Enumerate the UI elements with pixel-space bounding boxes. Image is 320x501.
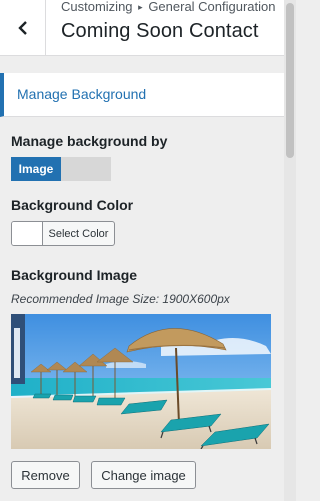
page-title: Coming Soon Contact <box>61 20 259 42</box>
manage-background-toggle[interactable]: Image <box>11 157 111 181</box>
beach-image <box>11 314 271 449</box>
select-color-button[interactable]: Select Color <box>11 221 115 246</box>
scrollbar-thumb[interactable] <box>286 3 294 158</box>
back-button[interactable] <box>0 0 46 56</box>
color-swatch <box>12 222 43 245</box>
customizer-header: Customizing ▸ General Configuration Comi… <box>0 0 284 56</box>
section-title: Manage Background <box>17 86 147 102</box>
breadcrumb: Customizing ▸ General Configuration <box>61 0 276 14</box>
breadcrumb-section: General Configuration <box>148 0 276 14</box>
option-image[interactable]: Image <box>11 157 61 181</box>
scrollbar[interactable] <box>284 0 296 501</box>
image-size-hint: Recommended Image Size: 1900X600px <box>11 292 230 306</box>
background-image-preview[interactable] <box>11 314 271 449</box>
background-color-label: Background Color <box>11 197 134 213</box>
breadcrumb-arrow-icon: ▸ <box>138 2 143 12</box>
change-image-button[interactable]: Change image <box>91 461 196 489</box>
chevron-left-icon <box>17 21 28 35</box>
remove-image-button[interactable]: Remove <box>11 461 80 489</box>
manage-background-label: Manage background by <box>11 133 168 149</box>
background-image-label: Background Image <box>11 267 138 283</box>
option-alternate[interactable] <box>61 157 111 181</box>
select-color-label: Select Color <box>48 227 109 240</box>
breadcrumb-prefix: Customizing <box>61 0 133 14</box>
section-manage-background[interactable]: Manage Background <box>0 73 284 117</box>
